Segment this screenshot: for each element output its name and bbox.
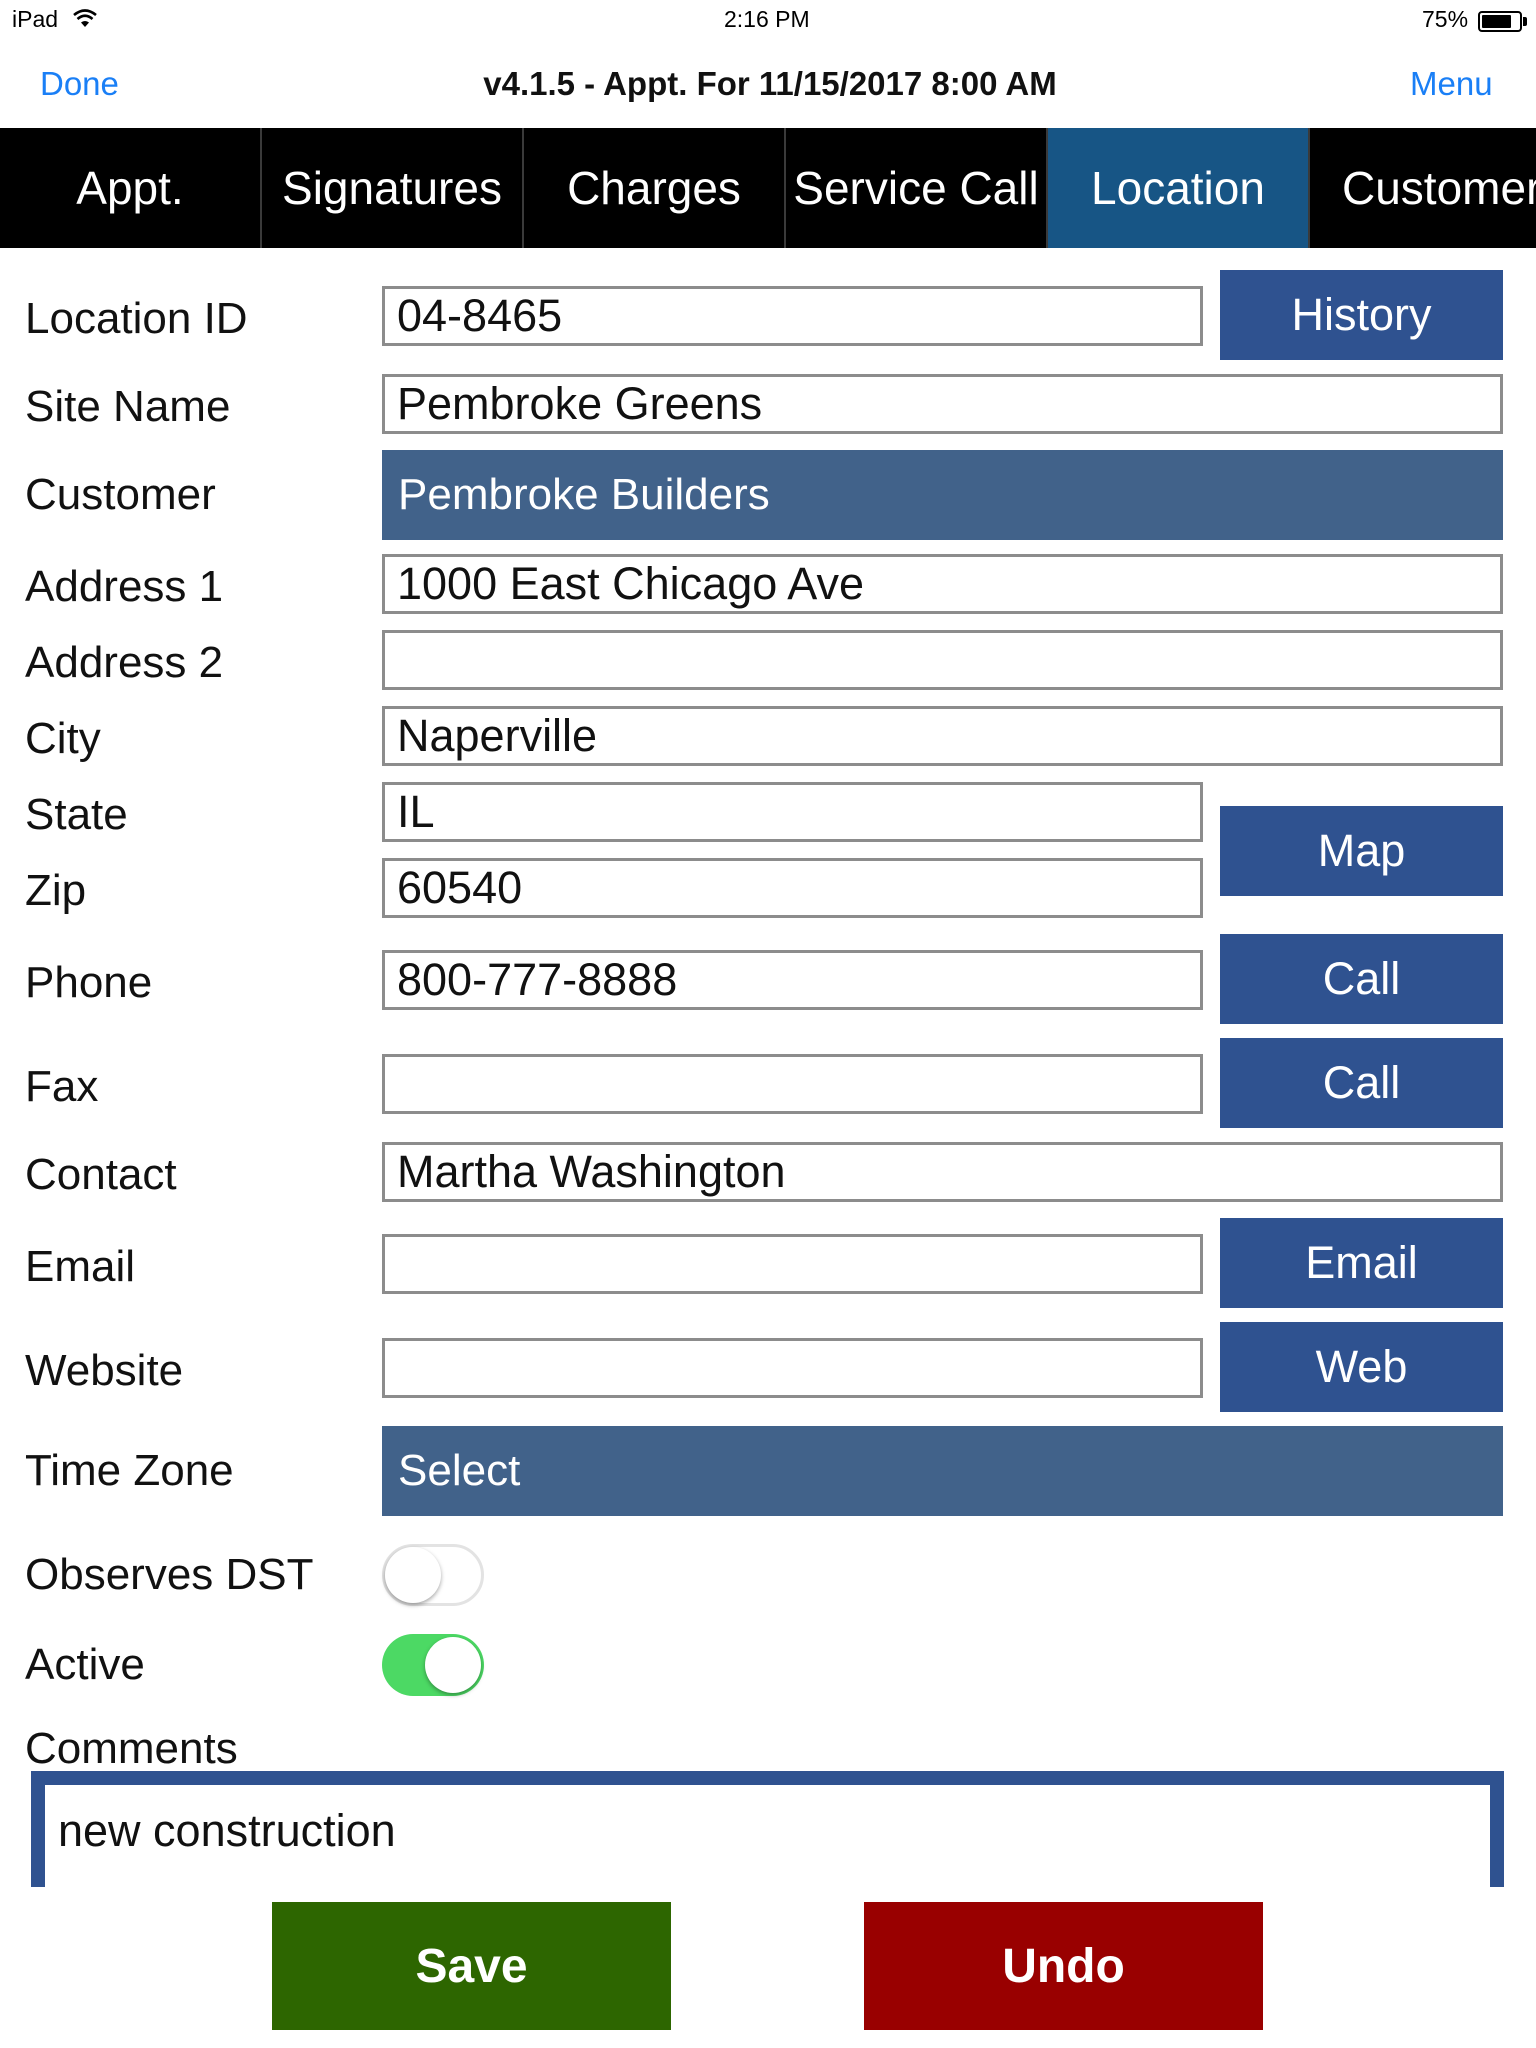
time-zone-label: Time Zone	[25, 1446, 234, 1495]
undo-button[interactable]: Undo	[864, 1902, 1263, 2030]
city-label: City	[25, 714, 101, 763]
map-button[interactable]: Map	[1220, 806, 1503, 896]
comments-textarea[interactable]: new construction	[31, 1771, 1504, 1887]
site-name-field[interactable]: Pembroke Greens	[382, 374, 1503, 434]
fax-field[interactable]	[382, 1054, 1203, 1114]
tab-service-call[interactable]: Service Call	[786, 128, 1048, 248]
toggle-knob	[425, 1637, 481, 1693]
address2-field[interactable]	[382, 630, 1503, 690]
zip-field[interactable]: 60540	[382, 858, 1203, 918]
state-field[interactable]: IL	[382, 782, 1203, 842]
email-label: Email	[25, 1242, 136, 1291]
fax-label: Fax	[25, 1062, 99, 1111]
battery-percent: 75%	[1422, 6, 1469, 32]
tab-signatures[interactable]: Signatures	[262, 128, 524, 248]
tab-location[interactable]: Location	[1048, 128, 1310, 248]
website-field[interactable]	[382, 1338, 1203, 1398]
active-toggle[interactable]	[382, 1634, 484, 1696]
device-name: iPad	[12, 6, 59, 32]
menu-button[interactable]: Menu	[1410, 65, 1493, 103]
location-id-field[interactable]: 04-8465	[382, 286, 1203, 346]
contact-field[interactable]: Martha Washington	[382, 1142, 1503, 1202]
state-label: State	[25, 790, 128, 839]
customer-label: Customer	[25, 470, 216, 519]
tab-appt[interactable]: Appt.	[0, 128, 262, 248]
battery-tip	[1523, 17, 1527, 26]
website-label: Website	[25, 1346, 184, 1395]
site-name-label: Site Name	[25, 382, 231, 431]
contact-label: Contact	[25, 1150, 177, 1199]
observes-dst-label: Observes DST	[25, 1550, 314, 1599]
done-button[interactable]: Done	[40, 65, 119, 103]
address1-field[interactable]: 1000 East Chicago Ave	[382, 554, 1503, 614]
active-label: Active	[25, 1640, 145, 1689]
email-field[interactable]	[382, 1234, 1203, 1294]
tab-customer[interactable]: Customer	[1310, 128, 1536, 248]
address2-label: Address 2	[25, 638, 224, 687]
phone-field[interactable]: 800-777-8888	[382, 950, 1203, 1010]
city-field[interactable]: Naperville	[382, 706, 1503, 766]
time-zone-select[interactable]: Select	[382, 1426, 1503, 1516]
battery-icon	[1478, 11, 1522, 32]
wifi-icon	[73, 9, 97, 27]
zip-label: Zip	[25, 866, 87, 915]
address1-label: Address 1	[25, 562, 224, 611]
tab-bar: Appt. Signatures Charges Service Call Lo…	[0, 128, 1536, 248]
save-button[interactable]: Save	[272, 1902, 671, 2030]
call-phone-button[interactable]: Call	[1220, 934, 1503, 1024]
web-button[interactable]: Web	[1220, 1322, 1503, 1412]
history-button[interactable]: History	[1220, 270, 1503, 360]
customer-select[interactable]: Pembroke Builders	[382, 450, 1503, 540]
email-button[interactable]: Email	[1220, 1218, 1503, 1308]
call-fax-button[interactable]: Call	[1220, 1038, 1503, 1128]
page-title: v4.1.5 - Appt. For 11/15/2017 8:00 AM	[483, 65, 1057, 102]
observes-dst-toggle[interactable]	[382, 1544, 484, 1606]
toggle-knob	[385, 1547, 441, 1603]
tab-charges[interactable]: Charges	[524, 128, 786, 248]
phone-label: Phone	[25, 958, 153, 1007]
clock: 2:16 PM	[724, 6, 810, 32]
location-id-label: Location ID	[25, 294, 248, 343]
